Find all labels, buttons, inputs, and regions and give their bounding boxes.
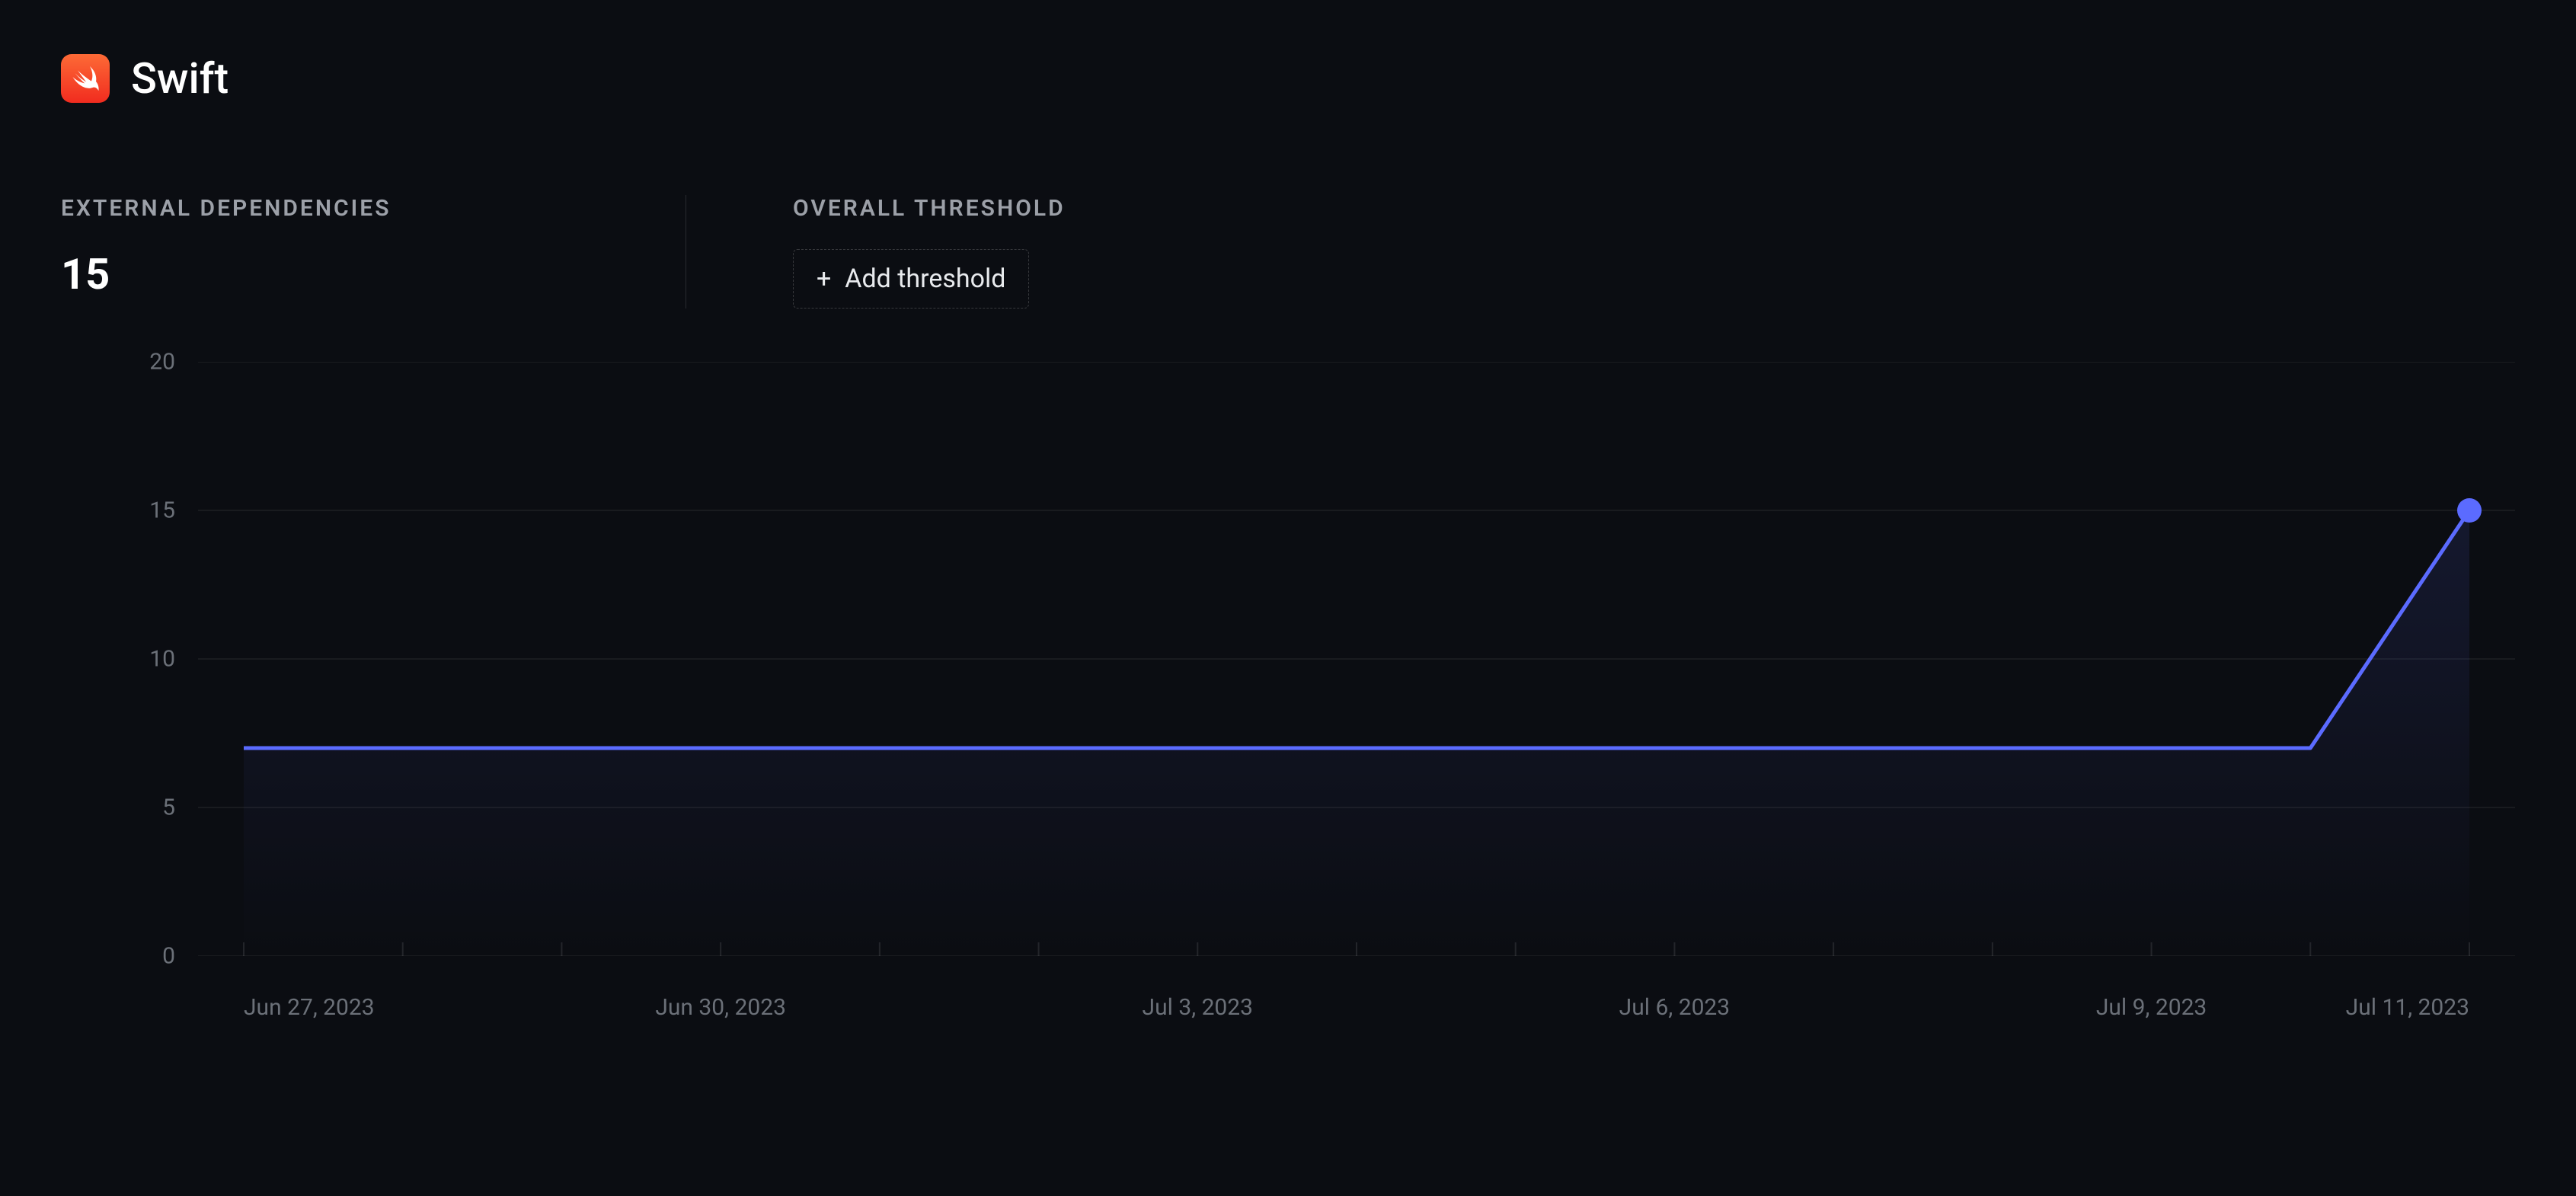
plus-icon: + bbox=[817, 266, 831, 292]
metric-external-dependencies: EXTERNAL DEPENDENCIES 15 bbox=[61, 195, 686, 309]
chart-y-axis: 05101520 bbox=[61, 362, 175, 956]
chart-y-tick: 15 bbox=[149, 497, 175, 524]
chart-x-tick: Jul 3, 2023 bbox=[1143, 994, 1253, 1021]
metric-label: EXTERNAL DEPENDENCIES bbox=[61, 195, 686, 222]
metric-overall-threshold: OVERALL THRESHOLD + Add threshold bbox=[793, 195, 1417, 309]
metric-label: OVERALL THRESHOLD bbox=[793, 195, 1417, 222]
chart-y-tick: 20 bbox=[149, 349, 175, 376]
swift-logo-icon bbox=[61, 54, 110, 103]
chart-series-line bbox=[244, 510, 2469, 748]
chart-x-tick: Jun 30, 2023 bbox=[655, 994, 786, 1021]
chart-y-tick: 10 bbox=[149, 646, 175, 673]
chart-plot bbox=[198, 362, 2515, 956]
dependencies-chart: 05101520 Jun 27, 2023Jun 30, 2023Jul 3, … bbox=[61, 362, 2515, 1032]
add-threshold-button[interactable]: + Add threshold bbox=[793, 249, 1029, 309]
chart-y-tick: 0 bbox=[162, 943, 175, 970]
chart-last-point bbox=[2457, 498, 2482, 523]
add-threshold-label: Add threshold bbox=[845, 264, 1005, 294]
chart-x-tick: Jul 11, 2023 bbox=[2346, 994, 2469, 1021]
chart-y-tick: 5 bbox=[162, 795, 175, 821]
metric-value: 15 bbox=[61, 249, 686, 299]
chart-x-tick: Jul 9, 2023 bbox=[2096, 994, 2207, 1021]
page-header: Swift bbox=[61, 53, 2515, 104]
chart-x-tick: Jun 27, 2023 bbox=[244, 994, 375, 1021]
chart-x-tick: Jul 6, 2023 bbox=[1619, 994, 1730, 1021]
page-title: Swift bbox=[131, 53, 229, 104]
metrics-row: EXTERNAL DEPENDENCIES 15 OVERALL THRESHO… bbox=[61, 195, 2515, 309]
